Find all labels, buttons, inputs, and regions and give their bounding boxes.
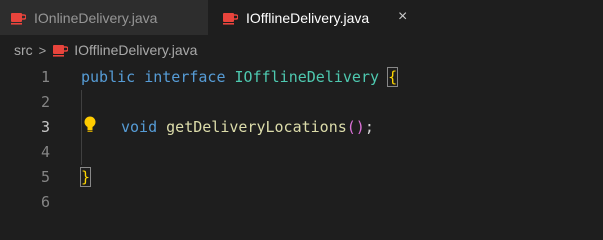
line-number: 4 [40, 143, 50, 161]
line-number: 3 [40, 118, 50, 136]
tab-bar: IOnlineDelivery.java IOfflineDelivery.ja… [0, 0, 603, 35]
line-number: 5 [40, 168, 50, 186]
tab-iofflinedelivery[interactable]: IOfflineDelivery.java × [208, 0, 603, 35]
semicolon: ; [364, 118, 374, 136]
tab-ionlinedelivery[interactable]: IOnlineDelivery.java [0, 0, 208, 35]
code-line: 5 } [0, 165, 603, 190]
method-name: getDeliveryLocations [166, 118, 347, 136]
tab-label: IOnlineDelivery.java [34, 9, 158, 26]
breadcrumb-file[interactable]: IOfflineDelivery.java [74, 42, 197, 58]
code-line: 6 [0, 190, 603, 215]
code-line: 2 [0, 90, 603, 115]
keyword-public: public [81, 68, 136, 86]
close-brace: } [79, 167, 92, 187]
breadcrumb-separator: > [38, 42, 47, 58]
java-coffee-cup-icon [11, 12, 26, 25]
close-icon[interactable]: × [398, 8, 407, 26]
keyword-interface: interface [144, 68, 226, 86]
tab-label: IOfflineDelivery.java [246, 9, 370, 26]
open-brace: { [387, 67, 399, 87]
line-number: 6 [40, 193, 50, 211]
lightbulb-icon[interactable] [83, 115, 97, 135]
keyword-void: void [121, 118, 158, 136]
java-coffee-cup-icon [53, 45, 69, 57]
breadcrumb-folder[interactable]: src [14, 42, 33, 58]
line-number: 2 [40, 93, 50, 111]
code-editor[interactable]: 1 public interface IOfflineDelivery { 2 … [0, 65, 603, 211]
line-number: 1 [40, 68, 50, 86]
method-parens: () [346, 118, 365, 136]
line-content: public interface IOfflineDelivery { [81, 65, 399, 90]
line-content: void getDeliveryLocations(); [121, 115, 374, 140]
code-line: 1 public interface IOfflineDelivery { [0, 65, 603, 90]
code-line: 4 [0, 140, 603, 165]
java-coffee-cup-icon [223, 12, 238, 25]
breadcrumb: src > IOfflineDelivery.java [0, 35, 603, 65]
interface-name: IOfflineDelivery [234, 68, 380, 86]
line-content: } [79, 165, 92, 190]
